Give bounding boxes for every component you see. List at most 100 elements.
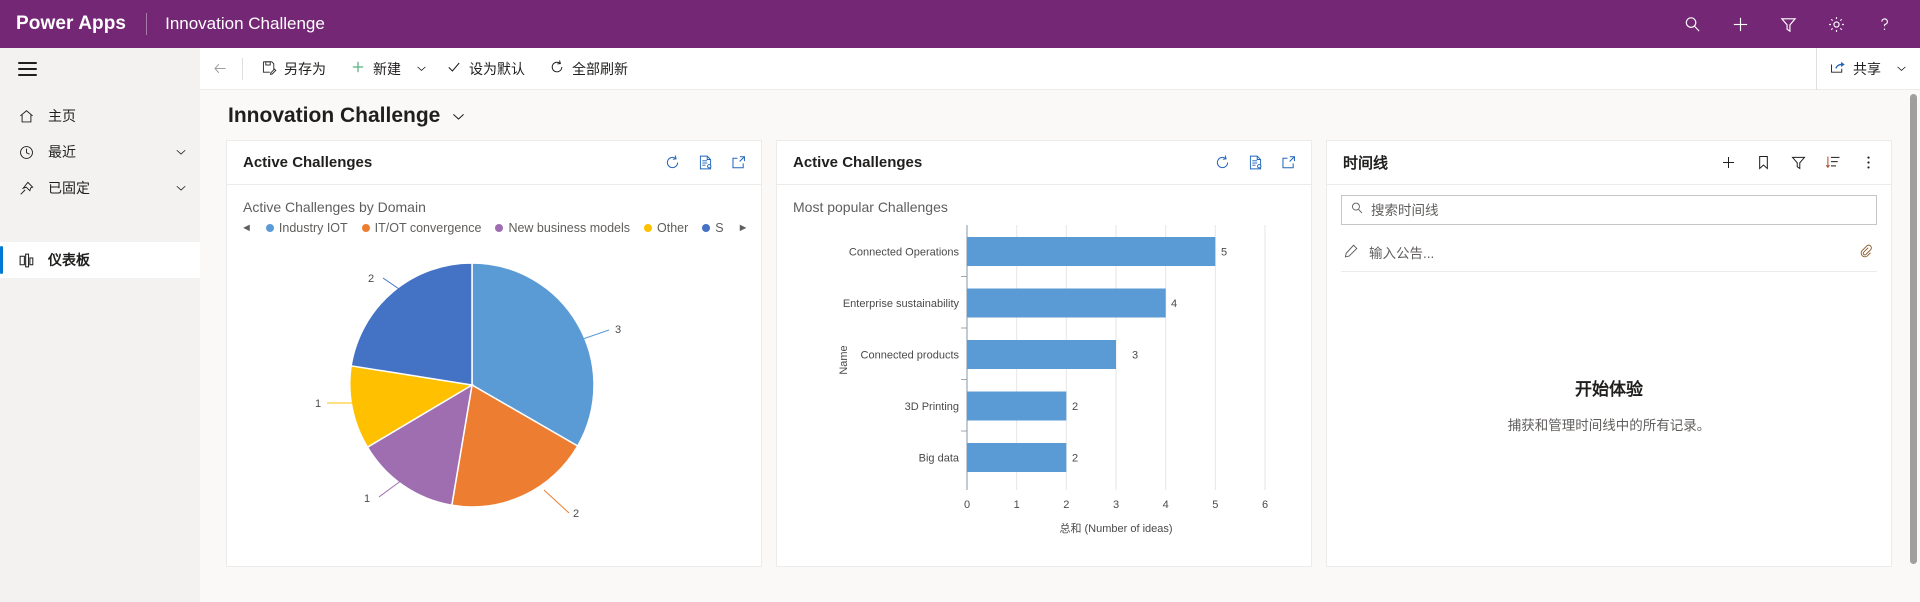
attachment-icon[interactable] (1858, 243, 1873, 261)
bar-chart-subtitle: Most popular Challenges (793, 199, 948, 215)
command-row: 另存为 新建 设为默认 全部刷新 共享 (0, 47, 1920, 90)
sidebar-item-label: 仪表板 (48, 252, 90, 268)
sort-icon[interactable] (1825, 154, 1842, 171)
home-icon (18, 108, 40, 125)
legend-scroll-left-icon[interactable]: ◄ (241, 222, 252, 234)
bar-xtick-3: 3 (1113, 499, 1119, 511)
timeline-note-composer[interactable]: 输入公告... (1341, 235, 1877, 272)
bar-big-data[interactable] (967, 443, 1067, 472)
pencil-icon (1343, 243, 1359, 262)
sidebar-item-recent[interactable]: 最近 (0, 134, 200, 170)
app-name[interactable]: Innovation Challenge (165, 14, 325, 34)
chevron-down-icon[interactable] (174, 145, 188, 159)
legend-label-0: Industry IOT (278, 221, 348, 235)
save-as-button[interactable]: 另存为 (249, 48, 338, 90)
bar-chart-plot[interactable]: 5 4 3 2 2 Connected Operations Enterpris… (777, 215, 1311, 566)
bar-card-header: Active Challenges (777, 141, 1311, 185)
legend-label-2: New business models (508, 221, 631, 235)
refresh-icon (549, 59, 565, 78)
legend-item-2[interactable]: New business models (495, 221, 630, 235)
chevron-down-icon[interactable] (174, 181, 188, 195)
set-default-label: 设为默认 (469, 60, 525, 77)
popout-icon[interactable] (730, 154, 747, 171)
timeline-card: 时间线 搜索时间线 输入公告... 开始体验 捕获和管理时间线中的所有记录。 (1326, 140, 1892, 567)
pie-chart-legend: ◄ Industry IOT IT/OT convergence New bus… (227, 215, 761, 235)
share-icon (1829, 59, 1846, 79)
legend-item-1[interactable]: IT/OT convergence (361, 221, 481, 235)
timeline-empty-subtitle: 捕获和管理时间线中的所有记录。 (1507, 417, 1711, 433)
records-icon[interactable] (697, 154, 714, 171)
set-default-button[interactable]: 设为默认 (434, 48, 537, 90)
plus-icon[interactable] (1720, 154, 1737, 171)
legend-scroll-right-icon[interactable]: ► (738, 222, 749, 234)
dashboard-cards: Active Challenges Active Challenges by D… (200, 140, 1920, 567)
legend-item-3[interactable]: Other (644, 221, 688, 235)
plus-icon[interactable] (1716, 0, 1764, 48)
bar-card-title: Active Challenges (793, 154, 923, 171)
bookmark-icon[interactable] (1755, 154, 1772, 171)
timeline-search[interactable] (1341, 195, 1877, 225)
refresh-all-label: 全部刷新 (572, 60, 628, 77)
page-title-row: Innovation Challenge (200, 90, 1920, 140)
pie-chart-plot[interactable]: 3 2 1 1 2 (227, 235, 761, 566)
bar-enterprise-sustainability[interactable] (967, 288, 1166, 318)
check-icon (446, 59, 462, 78)
new-chevron-down-icon[interactable] (413, 48, 434, 90)
brand-divider (146, 13, 148, 35)
dashboard-selector-chevron-down-icon[interactable] (450, 108, 467, 125)
back-button[interactable] (200, 48, 240, 90)
legend-label-3: Other (657, 221, 689, 235)
bar-value-3: 2 (1072, 401, 1078, 413)
sidebar-item-dashboard[interactable]: 仪表板 (0, 242, 200, 278)
sidebar-item-home[interactable]: 主页 (0, 98, 200, 134)
share-chevron-down-icon[interactable] (1893, 48, 1914, 90)
page-scrollbar-thumb[interactable] (1910, 94, 1917, 564)
refresh-icon[interactable] (1214, 154, 1231, 171)
popout-icon[interactable] (1280, 154, 1297, 171)
bar-connected-operations[interactable] (967, 237, 1216, 266)
share-button[interactable]: 共享 (1817, 48, 1893, 90)
refresh-icon[interactable] (664, 154, 681, 171)
top-app-bar: Power Apps Innovation Challenge (0, 0, 1920, 48)
pie-label-new-business-models: 1 (364, 493, 370, 505)
search-icon (1350, 201, 1364, 220)
sidebar-item-label: 已固定 (48, 180, 90, 196)
timeline-search-input[interactable] (1371, 202, 1868, 218)
more-icon[interactable] (1860, 154, 1877, 171)
bar-x-axis-label: 总和 (Number of ideas) (1059, 521, 1172, 535)
new-button[interactable]: 新建 (338, 48, 413, 90)
legend-dot-3 (644, 224, 653, 232)
save-as-icon (261, 59, 277, 78)
search-icon[interactable] (1668, 0, 1716, 48)
brand-logo[interactable]: Power Apps (0, 13, 126, 35)
timeline-empty-title: 开始体验 (1575, 379, 1643, 399)
legend-item-4[interactable]: S (702, 221, 724, 235)
pie-label-industry-iot: 3 (615, 324, 621, 336)
pie-chart-card: Active Challenges Active Challenges by D… (226, 140, 762, 567)
filter-icon[interactable] (1790, 154, 1807, 171)
gear-icon[interactable] (1812, 0, 1860, 48)
command-divider (242, 57, 243, 80)
pie-label-it-ot: 2 (573, 508, 579, 520)
refresh-all-button[interactable]: 全部刷新 (537, 48, 640, 90)
legend-dot-0 (265, 224, 274, 232)
records-icon[interactable] (1247, 154, 1264, 171)
hamburger-menu-button[interactable] (0, 48, 200, 90)
bar-connected-products[interactable] (967, 340, 1116, 369)
bar-category-1: Enterprise sustainability (843, 298, 960, 310)
legend-dot-1 (361, 224, 370, 232)
page-scrollbar[interactable] (1909, 94, 1918, 600)
pie-card-header: Active Challenges (227, 141, 761, 185)
filter-icon[interactable] (1764, 0, 1812, 48)
pie-chart-subtitle: Active Challenges by Domain (243, 199, 426, 215)
legend-item-0[interactable]: Industry IOT (265, 221, 348, 235)
top-bar-actions (1668, 0, 1920, 48)
bar-xtick-2: 2 (1063, 499, 1069, 511)
plus-icon (350, 59, 366, 78)
help-icon[interactable] (1860, 0, 1908, 48)
sidebar-item-pinned[interactable]: 已固定 (0, 170, 200, 206)
bar-card-actions (1214, 154, 1297, 171)
bar-3d-printing[interactable] (967, 391, 1067, 421)
timeline-card-actions (1720, 154, 1877, 171)
timeline-search-wrap (1327, 185, 1891, 225)
